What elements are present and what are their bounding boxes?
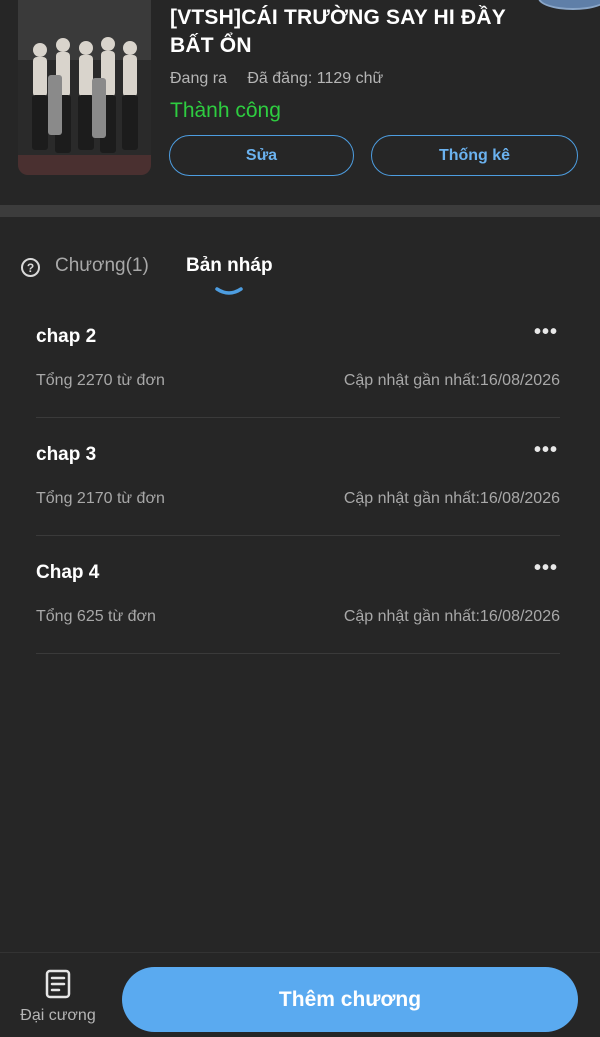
bottom-action-bar: Đại cương Thêm chương <box>0 952 600 1037</box>
outline-button[interactable]: Đại cương <box>10 969 106 1029</box>
tab-drafts[interactable]: Bản nháp <box>186 255 273 277</box>
more-options-icon[interactable]: ••• <box>532 436 560 464</box>
draft-word-count: Tổng 625 từ đơn <box>36 608 156 625</box>
story-title: [VTSH]CÁI TRƯỜNG SAY HI ĐẦY BẤT ỔN <box>170 6 506 57</box>
document-icon <box>45 969 71 999</box>
story-posted-count: Đã đăng: 1129 chữ <box>247 70 384 87</box>
draft-manager-screen: [VTSH]CÁI TRƯỜNG SAY HI ĐẦY BẤT ỔN Đang … <box>0 0 600 1037</box>
draft-title: chap 2 <box>36 326 97 347</box>
story-status: Đang ra <box>170 70 227 87</box>
section-divider <box>0 205 600 217</box>
list-item[interactable]: chap 2 ••• Tổng 2270 từ đơn Cập nhật gần… <box>36 300 560 418</box>
draft-updated-date: Cập nhật gần nhất:16/08/2026 <box>343 608 560 625</box>
story-result-status: Thành công <box>170 99 281 122</box>
question-circle-icon[interactable]: ? <box>21 258 40 277</box>
tab-chapters[interactable]: Chương(1) <box>55 255 149 277</box>
draft-word-count: Tổng 2170 từ đơn <box>36 490 165 507</box>
story-meta: Đang ra Đã đăng: 1129 chữ <box>170 70 383 88</box>
draft-title: chap 3 <box>36 444 97 465</box>
corner-badge <box>538 0 600 10</box>
more-options-icon[interactable]: ••• <box>532 318 560 346</box>
list-item[interactable]: chap 3 ••• Tổng 2170 từ đơn Cập nhật gần… <box>36 418 560 536</box>
outline-label: Đại cương <box>20 1007 96 1024</box>
story-cover-image[interactable] <box>18 0 151 175</box>
group-photo-cover <box>18 0 151 175</box>
draft-title: Chap 4 <box>36 562 100 583</box>
list-item[interactable]: Chap 4 ••• Tổng 625 từ đơn Cập nhật gần … <box>36 536 560 654</box>
add-chapter-button[interactable]: Thêm chương <box>122 967 578 1032</box>
more-options-icon[interactable]: ••• <box>532 554 560 582</box>
edit-button[interactable]: Sửa <box>169 135 354 176</box>
active-tab-indicator <box>215 287 243 295</box>
story-header: [VTSH]CÁI TRƯỜNG SAY HI ĐẦY BẤT ỔN Đang … <box>0 0 600 205</box>
stats-button[interactable]: Thống kê <box>371 135 578 176</box>
draft-list: chap 2 ••• Tổng 2270 từ đơn Cập nhật gần… <box>36 300 560 654</box>
draft-updated-date: Cập nhật gần nhất:16/08/2026 <box>343 372 560 389</box>
draft-word-count: Tổng 2270 từ đơn <box>36 372 165 389</box>
tab-bar: ? Chương(1) Bản nháp <box>0 240 600 300</box>
draft-updated-date: Cập nhật gần nhất:16/08/2026 <box>343 490 560 507</box>
